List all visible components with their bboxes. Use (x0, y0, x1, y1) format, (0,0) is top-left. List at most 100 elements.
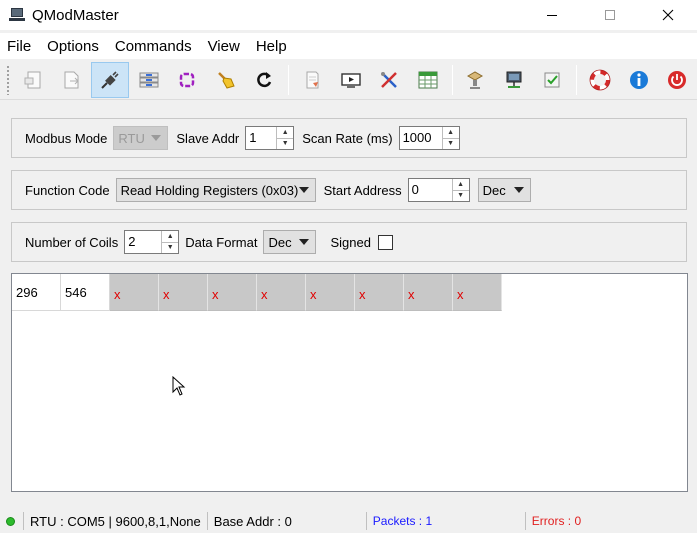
num-coils-spinbox[interactable]: 2 ▲ ▼ (124, 230, 180, 254)
slave-addr-spinbox[interactable]: 1 ▲ ▼ (245, 126, 295, 150)
minimize-button[interactable] (523, 0, 581, 30)
scan-rate-spinbox[interactable]: 1000 ▲ ▼ (398, 126, 460, 150)
scan-rate-value: 1000 (402, 130, 432, 145)
spin-down-icon[interactable]: ▼ (277, 139, 293, 150)
chevron-down-icon (151, 135, 162, 141)
clear-button[interactable] (207, 62, 245, 98)
toolbar-separator (576, 64, 578, 95)
info-icon (629, 70, 648, 89)
chevron-down-icon (299, 239, 310, 245)
log-icon (306, 71, 319, 88)
toolbar (0, 60, 697, 100)
network-icon (467, 70, 484, 89)
toolbar-separator (288, 64, 290, 95)
checkbox-icon (544, 72, 560, 87)
connection-info: RTU : COM5 | 9600,8,1,None (30, 513, 201, 529)
refresh-button[interactable] (246, 62, 284, 98)
network-button[interactable] (457, 62, 495, 98)
spin-down-icon[interactable]: ▼ (453, 191, 469, 202)
title-bar: QModMaster (0, 0, 697, 30)
chevron-down-icon (298, 187, 309, 193)
function-code-label: Function Code (25, 182, 110, 198)
spin-up-icon[interactable]: ▲ (442, 127, 459, 139)
loop-icon (179, 72, 195, 87)
registers-table[interactable]: 296 546 x x x x x x x x (11, 273, 688, 492)
minimize-icon (547, 15, 557, 16)
toolbar-grip[interactable] (6, 64, 10, 95)
menu-help[interactable]: Help (249, 38, 296, 55)
register-cell[interactable]: x (453, 274, 502, 311)
errors-count: Errors : 0 (531, 514, 582, 528)
close-icon (662, 9, 674, 21)
maximize-button[interactable] (581, 0, 639, 30)
bus-monitor-button[interactable] (130, 62, 168, 98)
register-cell[interactable]: x (404, 274, 453, 311)
modbus-mode-label: Modbus Mode (25, 130, 108, 146)
start-address-spinbox[interactable]: 0 ▲ ▼ (407, 178, 470, 202)
register-cell[interactable]: 546 (61, 274, 110, 311)
data-format-value: Dec (268, 234, 292, 250)
status-bar: RTU : COM5 | 9600,8,1,None Base Addr : 0… (0, 509, 697, 533)
new-button[interactable] (14, 62, 52, 98)
loop-button[interactable] (168, 62, 206, 98)
spin-down-icon[interactable]: ▼ (162, 243, 178, 254)
table-button[interactable] (409, 62, 447, 98)
data-format-select[interactable]: Dec (263, 230, 317, 254)
signed-checkbox[interactable] (377, 234, 393, 250)
spin-up-icon[interactable]: ▲ (277, 127, 294, 139)
info-button[interactable] (620, 62, 658, 98)
register-cell[interactable]: 296 (12, 274, 61, 311)
tools-button[interactable] (370, 62, 408, 98)
table-icon (418, 71, 438, 88)
register-cell[interactable]: x (306, 274, 355, 311)
start-address-base-value: Dec (482, 182, 506, 198)
tools-icon (381, 71, 397, 88)
app-icon (9, 8, 25, 22)
register-cell[interactable]: x (355, 274, 404, 311)
format-panel: Number of Coils 2 ▲ ▼ Data Format Dec Sig… (11, 222, 687, 262)
refresh-icon (257, 71, 272, 87)
signed-label: Signed (330, 234, 371, 250)
export-button[interactable] (53, 62, 91, 98)
maximize-icon (605, 10, 615, 20)
toolbar-separator (451, 64, 453, 95)
function-panel: Function Code Read Holding Registers (0x… (11, 170, 687, 210)
monitor-button[interactable] (332, 62, 370, 98)
modbus-mode-select[interactable]: RTU (113, 126, 169, 150)
register-cell[interactable]: x (208, 274, 257, 311)
help-button[interactable] (581, 62, 619, 98)
menu-bar: File Options Commands View Help (0, 33, 697, 59)
slave-addr-value: 1 (249, 130, 257, 145)
help-icon (589, 69, 611, 90)
clear-icon (217, 71, 235, 89)
start-address-base-select[interactable]: Dec (477, 178, 531, 202)
register-cell[interactable]: x (159, 274, 208, 311)
register-cell[interactable]: x (110, 274, 159, 311)
connect-button[interactable] (91, 61, 129, 98)
server-icon (506, 71, 522, 88)
close-button[interactable] (639, 0, 697, 30)
menu-options[interactable]: Options (40, 38, 108, 55)
export-icon (64, 71, 80, 88)
menu-view[interactable]: View (201, 38, 249, 55)
num-coils-label: Number of Coils (25, 234, 119, 250)
packets-count: Packets : 1 (372, 514, 433, 528)
connection-panel: Modbus Mode RTU Slave Addr 1 ▲ ▼ Scan Rat… (11, 118, 687, 158)
chevron-down-icon (513, 187, 524, 193)
spin-up-icon[interactable]: ▲ (452, 179, 469, 191)
menu-commands[interactable]: Commands (108, 38, 201, 55)
function-code-value: Read Holding Registers (0x03) (120, 182, 299, 198)
register-cell[interactable]: x (257, 274, 306, 311)
checkbox-button[interactable] (534, 62, 572, 98)
spin-down-icon[interactable]: ▼ (443, 139, 459, 150)
exit-button[interactable] (658, 62, 696, 98)
server-button[interactable] (495, 62, 533, 98)
num-coils-value: 2 (128, 234, 136, 249)
scan-rate-label: Scan Rate (ms) (302, 130, 393, 146)
function-code-select[interactable]: Read Holding Registers (0x03) (115, 178, 316, 202)
bus-monitor-icon (139, 72, 159, 87)
log-button[interactable] (293, 62, 331, 98)
spin-up-icon[interactable]: ▲ (162, 231, 179, 243)
menu-file[interactable]: File (0, 38, 40, 55)
new-icon (24, 71, 41, 88)
